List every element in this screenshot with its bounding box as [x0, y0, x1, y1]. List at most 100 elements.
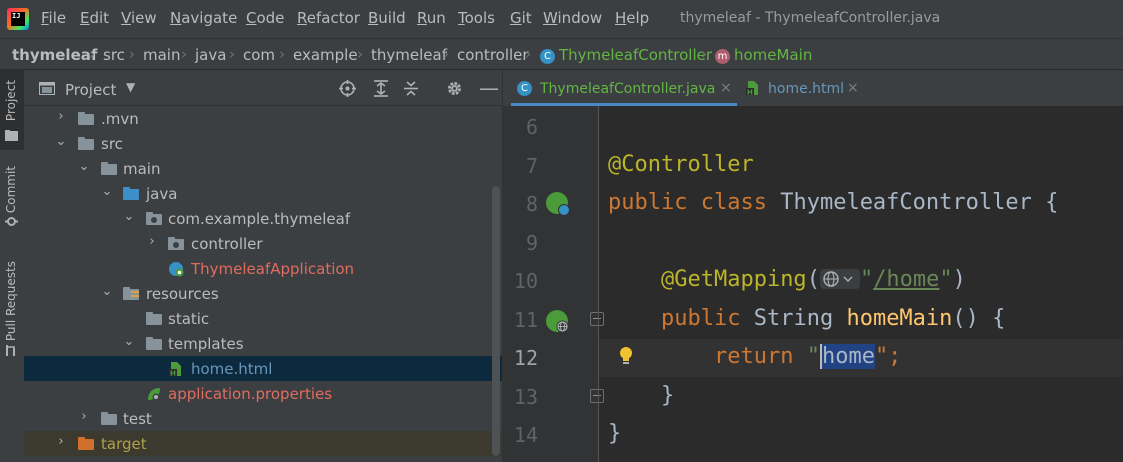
tab-home-html[interactable]: H home.html ×	[739, 70, 869, 106]
spring-bean-gutter-icon[interactable]	[546, 192, 570, 216]
chevron-right-icon[interactable]: ›	[55, 434, 67, 449]
breadcrumb-separator: ›	[701, 45, 707, 63]
tree-item-package[interactable]: ⌄ com.example.thymeleaf	[24, 206, 502, 231]
expand-all-icon[interactable]	[373, 80, 389, 97]
line-number: 11	[513, 308, 538, 332]
pull-request-icon	[6, 345, 15, 356]
tool-tab-pull-requests[interactable]: Pull Requests	[0, 255, 24, 365]
breadcrumb-separator: ›	[279, 45, 285, 63]
tool-tab-project[interactable]: Project	[0, 70, 24, 150]
folder-icon	[146, 312, 162, 325]
breadcrumb-item-com[interactable]: com	[243, 46, 275, 64]
tree-item-test[interactable]: › test	[24, 406, 502, 431]
breadcrumb-separator: ›	[181, 45, 187, 63]
menu-edit[interactable]: Edit	[80, 9, 109, 27]
tree-item-controller[interactable]: › controller	[24, 231, 502, 256]
chevron-down-icon[interactable]: ⌄	[101, 184, 113, 199]
tree-item-target[interactable]: › target	[24, 431, 502, 456]
code-line-14: }	[608, 421, 622, 446]
tool-tab-commit[interactable]: Commit	[0, 160, 24, 235]
project-panel-title[interactable]: Project	[65, 81, 116, 99]
menu-window[interactable]: Window	[543, 9, 602, 27]
line-number-current: 12	[513, 346, 538, 370]
breadcrumb-item-main[interactable]: main	[143, 46, 180, 64]
tree-item-home-html[interactable]: H home.html	[24, 356, 502, 381]
folder-icon	[78, 112, 94, 125]
locate-icon[interactable]	[339, 80, 356, 97]
globe-inlay-icon[interactable]	[819, 269, 860, 289]
close-icon[interactable]: ×	[847, 80, 859, 96]
minimize-icon[interactable]: —	[479, 76, 499, 100]
line-number: 14	[513, 423, 538, 447]
method-icon: m	[715, 49, 730, 64]
breadcrumb-item-java[interactable]: java	[195, 46, 226, 64]
intellij-logo-icon: IJ	[7, 8, 29, 30]
tree-item-templates[interactable]: ⌄ templates	[24, 331, 502, 356]
menu-navigate[interactable]: Navigate	[170, 9, 237, 27]
chevron-right-icon[interactable]: ›	[55, 109, 67, 124]
spring-properties-icon	[148, 388, 160, 401]
folder-icon	[101, 412, 117, 425]
tab-thymeleaf-controller[interactable]: C ThymeleafController.java ×	[511, 70, 737, 106]
menu-git[interactable]: Git	[510, 9, 532, 27]
breadcrumb-item-controller[interactable]: controller	[457, 46, 529, 64]
chevron-down-icon[interactable]: ⌄	[123, 209, 135, 224]
url-path-link[interactable]: /home	[873, 267, 939, 292]
chevron-down-icon[interactable]: ⌄	[55, 134, 67, 149]
tree-item-resources[interactable]: ⌄ resources	[24, 281, 502, 306]
chevron-down-icon[interactable]: ⌄	[101, 284, 113, 299]
lightbulb-icon[interactable]	[618, 346, 634, 366]
breadcrumb-item-project[interactable]: thymeleaf	[12, 46, 97, 64]
editor-gutter[interactable]: 6 7 8 9 10 11 12 13 14	[502, 106, 604, 462]
breadcrumb-separator: ›	[129, 45, 135, 63]
collapse-all-icon[interactable]	[403, 80, 419, 97]
line-number: 10	[513, 269, 538, 293]
chevron-down-icon[interactable]: ⌄	[78, 159, 90, 174]
menu-bar: IJ File Edit View Navigate Code Refactor…	[0, 0, 1123, 38]
close-icon[interactable]: ×	[720, 80, 732, 96]
tree-item-thymeleaf-application[interactable]: ThymeleafApplication	[24, 256, 502, 281]
chevron-right-icon[interactable]: ›	[146, 234, 158, 249]
code-line-8: public class ThymeleafController {	[608, 190, 1059, 215]
tree-item-application-properties[interactable]: application.properties	[24, 381, 502, 406]
menu-refactor[interactable]: Refactor	[297, 9, 360, 27]
selected-text: home	[819, 344, 875, 369]
folder-icon	[101, 162, 117, 175]
code-editor[interactable]: @Controller public class ThymeleafContro…	[598, 106, 1123, 462]
menu-view[interactable]: View	[121, 9, 157, 27]
breadcrumb-item-example[interactable]: example	[293, 46, 358, 64]
tree-item-src[interactable]: ⌄ src	[24, 131, 502, 156]
tree-item-main[interactable]: ⌄ main	[24, 156, 502, 181]
chevron-down-icon[interactable]: ⌄	[123, 334, 135, 349]
project-window-icon	[39, 82, 55, 95]
svg-text:H: H	[170, 370, 176, 378]
window-title: thymeleaf - ThymeleafController.java	[680, 10, 941, 26]
breadcrumb-item-thymeleaf[interactable]: thymeleaf	[371, 46, 447, 64]
svg-text:H: H	[747, 89, 753, 97]
menu-code[interactable]: Code	[246, 9, 284, 27]
project-tree: › .mvn ⌄ src ⌄ main ⌄ java ⌄ com.example…	[24, 106, 502, 462]
menu-build[interactable]: Build	[368, 9, 406, 27]
chevron-down-icon[interactable]: ▼	[126, 80, 135, 94]
chevron-right-icon[interactable]: ›	[78, 409, 90, 424]
tree-item-java[interactable]: ⌄ java	[24, 181, 502, 206]
breadcrumb-separator: ›	[443, 45, 449, 63]
menu-tools[interactable]: Tools	[458, 9, 495, 27]
tree-item-static[interactable]: static	[24, 306, 502, 331]
breadcrumb-item-src[interactable]: src	[103, 46, 125, 64]
tree-item-mvn[interactable]: › .mvn	[24, 106, 502, 131]
spring-request-mapping-gutter-icon[interactable]	[546, 310, 569, 333]
package-icon	[168, 237, 184, 250]
html-file-icon: H	[746, 81, 758, 97]
menu-help[interactable]: Help	[615, 9, 649, 27]
menu-run[interactable]: Run	[417, 9, 446, 27]
code-line-7: @Controller	[608, 152, 754, 177]
tree-scrollbar[interactable]	[492, 186, 500, 456]
breadcrumb-item-method[interactable]: m homeMain	[715, 46, 812, 64]
breadcrumb-separator: ›	[525, 45, 531, 63]
menu-file[interactable]: File	[41, 9, 66, 27]
tool-window-strip: Project Commit Pull Requests	[0, 70, 25, 462]
breadcrumb-separator: ›	[357, 45, 363, 63]
breadcrumb-item-class[interactable]: C ThymeleafController	[540, 46, 712, 64]
gear-icon[interactable]	[446, 80, 463, 97]
